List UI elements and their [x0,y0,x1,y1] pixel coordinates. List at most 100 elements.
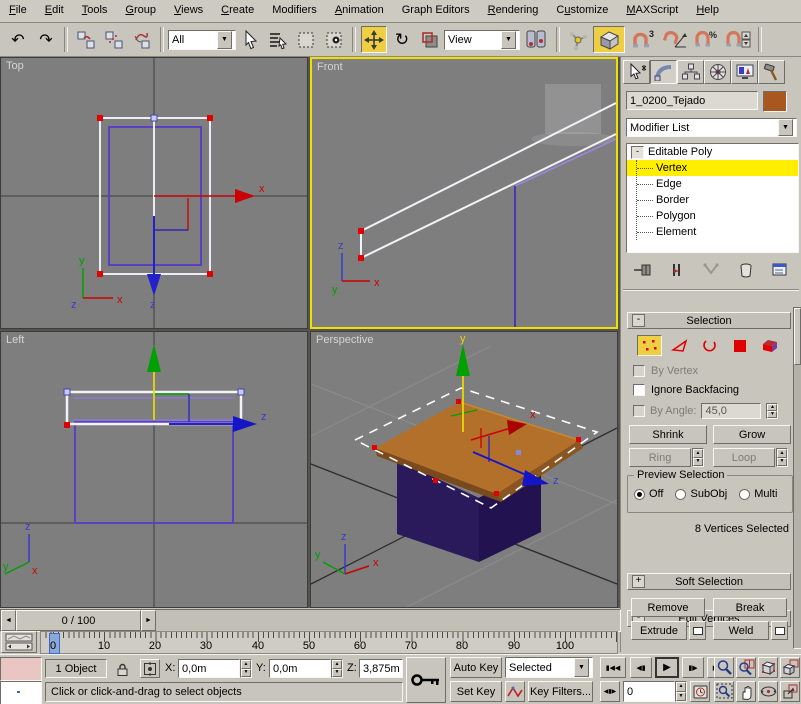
loop-button[interactable]: Loop [713,448,775,467]
collapse-icon[interactable]: - [632,314,645,327]
select-and-move-button[interactable] [361,26,387,53]
chevron-down-icon[interactable]: ▼ [574,658,589,677]
menu-customize[interactable]: Customize [547,0,617,20]
menu-group[interactable]: Group [116,0,165,20]
spinner-snap-toggle-button[interactable] [723,26,753,53]
viewport-front-label[interactable]: Front [317,61,343,73]
track-bar-ruler[interactable]: 0 10 20 30 40 50 60 70 80 90 100 [40,631,618,654]
go-to-start-button[interactable]: ▮◀◀ [600,657,626,678]
y-coordinate-input[interactable] [273,662,327,675]
menu-help[interactable]: Help [687,0,728,20]
stack-item-polygon[interactable]: Polygon [627,208,798,224]
selection-filter-dropdown[interactable]: All ▼ [168,29,236,50]
time-slider-track[interactable]: ◄ 0 / 100 ► [0,609,621,632]
previous-frame-button[interactable]: ◀▮ [630,657,652,678]
current-frame-input[interactable] [627,685,671,698]
border-subobject-button[interactable] [697,335,722,356]
key-mode-toggle-button[interactable]: ◀▮▶ [600,681,620,702]
play-animation-button[interactable]: ▶ [655,657,679,678]
remove-button[interactable]: Remove [631,598,705,617]
stack-item-vertex-selected[interactable]: Vertex [627,160,798,176]
chevron-down-icon[interactable]: ▼ [778,119,793,136]
key-filters-button[interactable]: Key Filters... [528,681,593,702]
stack-item-edge[interactable]: Edge [627,176,798,192]
scrollbar-thumb[interactable] [794,308,801,365]
next-frame-button[interactable]: ▮▶ [682,657,704,678]
chevron-down-icon[interactable]: ▼ [217,30,232,49]
select-by-name-button[interactable] [265,26,291,53]
zoom-extents-all-button[interactable] [780,657,800,678]
current-frame-spinner[interactable]: ▲ ▼ [675,681,687,702]
make-unique-button[interactable] [698,259,724,281]
current-frame-field[interactable] [623,681,675,702]
select-and-scale-button[interactable] [417,26,443,53]
stack-item-editable-poly[interactable]: - Editable Poly [627,144,798,160]
object-name-field[interactable] [626,91,758,110]
select-and-link-icon[interactable] [73,26,99,53]
viewport-front-active[interactable]: z x y Front [310,57,618,329]
y-coordinate-spinner[interactable]: ▲ ▼ [331,659,343,678]
stack-item-element[interactable]: Element [627,224,798,240]
tab-create[interactable] [623,60,650,84]
remove-modifier-button[interactable] [733,259,759,281]
tab-hierarchy[interactable] [677,60,704,84]
selection-set-dropdown[interactable]: Selected ▼ [505,657,593,678]
select-and-rotate-button[interactable]: ↻ [389,26,415,53]
expand-icon[interactable]: + [632,575,645,588]
preview-subobj-radio[interactable] [675,488,687,500]
window-crossing-toggle-button[interactable] [321,26,347,53]
configure-modifier-sets-button[interactable] [767,259,793,281]
viewport-left-label[interactable]: Left [6,334,24,346]
object-color-swatch[interactable] [763,91,787,112]
menu-animation[interactable]: Animation [326,0,393,20]
tab-utilities[interactable] [758,60,785,84]
viewport-top-label[interactable]: Top [6,60,24,72]
z-coordinate-field[interactable] [359,659,403,678]
menu-graph-editors[interactable]: Graph Editors [393,0,479,20]
by-angle-field[interactable] [701,403,762,419]
redo-button[interactable]: ↷ [33,26,59,53]
loop-spinner[interactable]: ▲ ▼ [776,448,788,467]
menu-modifiers[interactable]: Modifiers [263,0,326,20]
use-pivot-point-center-button[interactable] [521,26,551,53]
x-coordinate-input[interactable] [182,662,236,675]
ring-spinner[interactable]: ▲ ▼ [692,448,704,467]
viewport-top[interactable]: x z y x z Top [0,57,308,329]
menu-edit[interactable]: Edit [36,0,73,20]
viewport-perspective-label[interactable]: Perspective [316,334,373,346]
tab-modify[interactable] [650,60,677,84]
menu-maxscript[interactable]: MAXScript [617,0,687,20]
bind-to-space-warp-icon[interactable] [129,26,155,53]
select-object-button[interactable] [237,26,263,53]
menu-create[interactable]: Create [212,0,263,20]
selection-lock-toggle[interactable] [112,659,132,678]
pan-view-button[interactable] [736,681,756,702]
collapse-box-icon[interactable]: - [631,145,644,159]
selection-rollout-header[interactable]: - Selection [627,312,791,329]
zoom-region-button[interactable] [714,681,734,702]
maximize-viewport-toggle-button[interactable] [780,681,800,702]
extrude-button[interactable]: Extrude [631,621,687,640]
time-slider-prev-button[interactable]: ◄ [1,610,16,631]
object-name-input[interactable] [630,94,754,107]
maxscript-listener[interactable] [0,681,42,704]
ring-button[interactable]: Ring [629,448,691,467]
weld-settings-button[interactable] [771,621,788,640]
maxscript-macro-recorder[interactable] [0,657,42,681]
menu-rendering[interactable]: Rendering [479,0,548,20]
undo-button[interactable]: ↶ [5,26,31,53]
zoom-all-button[interactable] [736,657,756,678]
ignore-backfacing-checkbox[interactable] [633,384,645,396]
time-slider-next-button[interactable]: ► [141,610,156,631]
weld-button[interactable]: Weld [713,621,769,640]
unlink-selection-icon[interactable] [101,26,127,53]
stack-item-border[interactable]: Border [627,192,798,208]
select-and-manipulate-button[interactable] [565,26,591,53]
zoom-button[interactable] [714,657,734,678]
by-angle-spinner[interactable]: ▲ ▼ [766,403,779,419]
tab-motion[interactable] [704,60,731,84]
set-key-button[interactable]: Set Key [450,681,502,702]
viewport-perspective[interactable]: y x z z y x Perspective [310,331,618,608]
arc-rotate-button[interactable] [758,681,778,702]
x-coordinate-spinner[interactable]: ▲ ▼ [240,659,252,678]
